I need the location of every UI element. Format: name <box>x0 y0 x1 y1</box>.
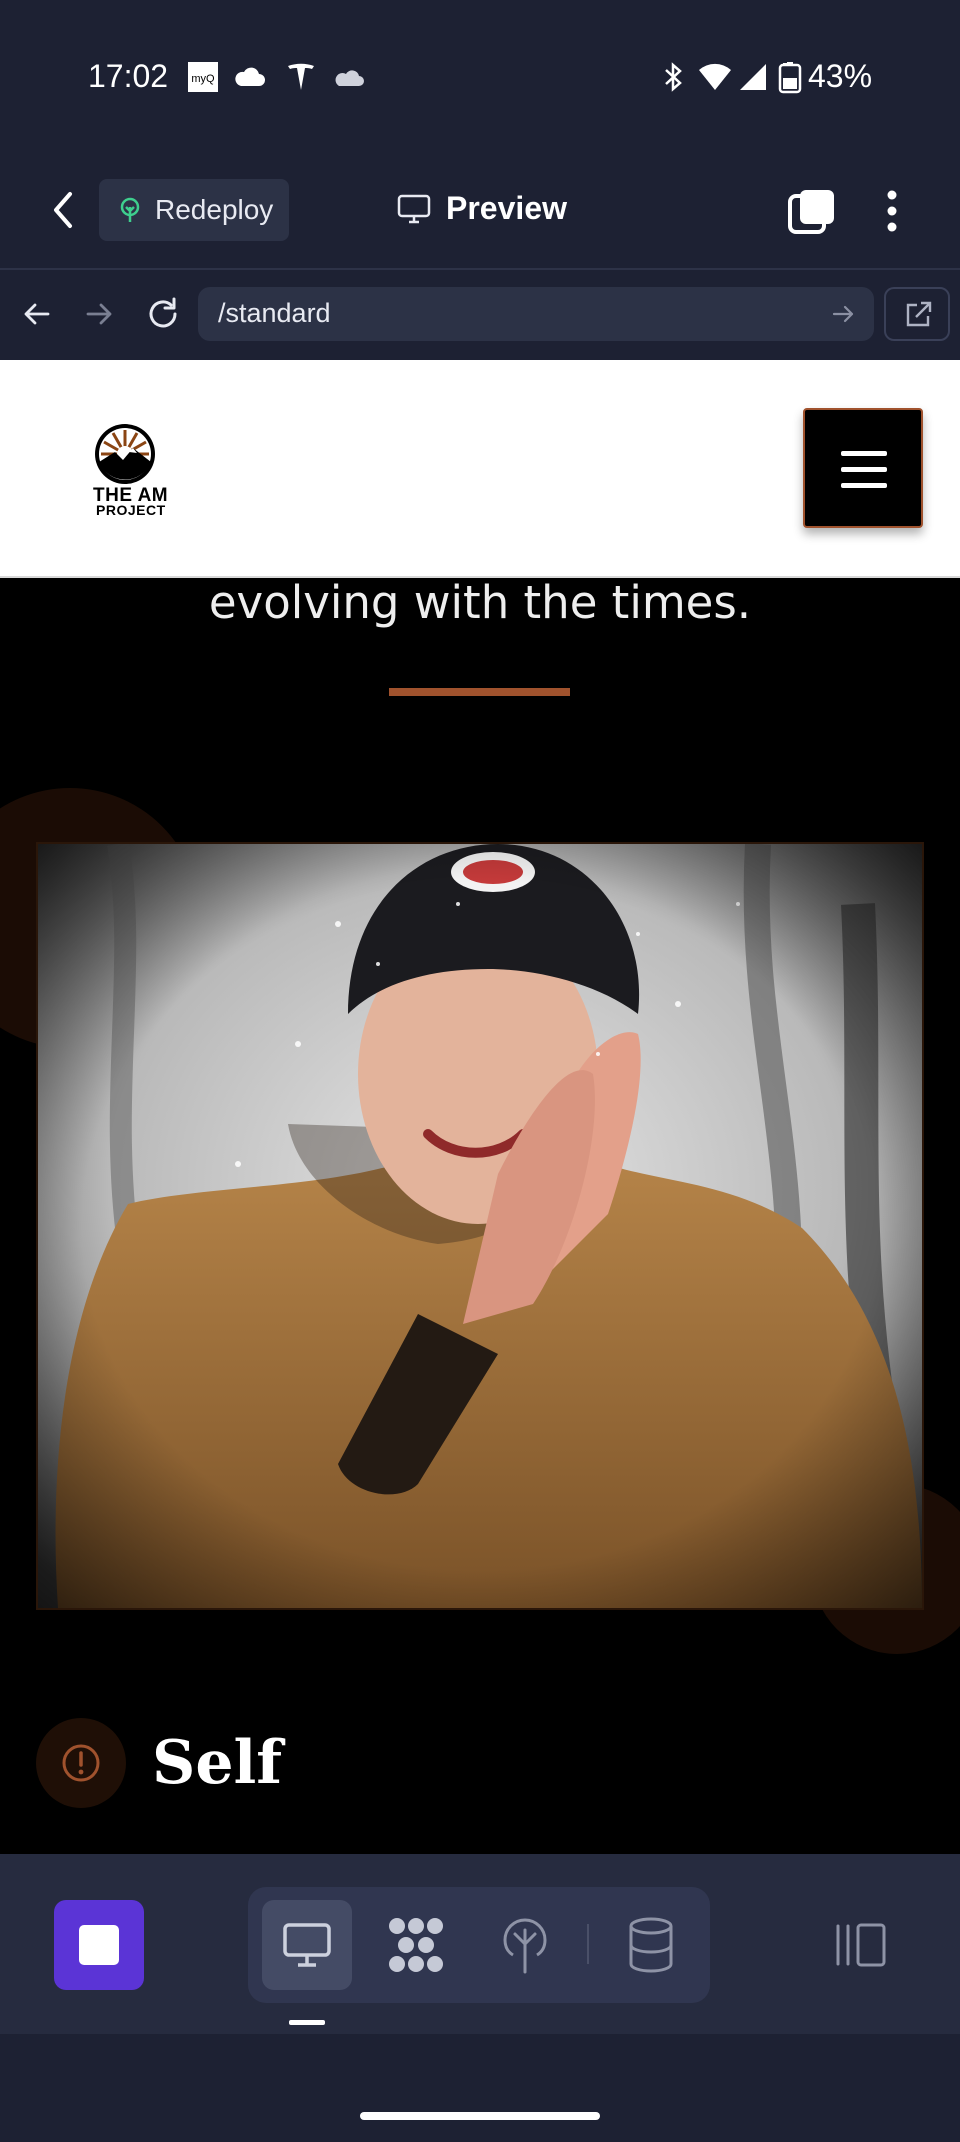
nav-back-icon[interactable] <box>20 297 54 336</box>
tesla-icon <box>284 60 318 94</box>
monitor-icon <box>397 192 431 231</box>
nav-forward-icon[interactable] <box>82 297 116 336</box>
hamburger-menu-button[interactable] <box>803 408 923 528</box>
open-external-icon <box>903 300 933 335</box>
canvas-grid-icon[interactable] <box>387 1916 445 1979</box>
home-gesture-bar[interactable] <box>360 2112 600 2120</box>
status-time: 17:02 <box>88 58 169 94</box>
preview-monitor-icon <box>282 1920 332 1975</box>
battery-percentage: 43% <box>808 58 873 94</box>
battery-icon <box>773 60 807 94</box>
menu-line <box>841 467 887 472</box>
cellular-signal-icon <box>736 60 770 94</box>
more-options-icon[interactable] <box>884 188 900 239</box>
site-logo-icon[interactable] <box>93 422 157 491</box>
hero-tagline: evolving with the times. <box>208 576 752 629</box>
stop-button[interactable] <box>54 1900 144 1990</box>
preview-title: Preview <box>446 190 567 226</box>
bluetooth-icon <box>656 60 690 94</box>
deploy-tree-icon[interactable] <box>499 1916 551 1979</box>
svg-text:myQ: myQ <box>191 73 215 85</box>
go-arrow-icon[interactable] <box>830 300 858 333</box>
menu-line <box>841 451 887 456</box>
menu-line <box>841 483 887 488</box>
wifi-icon <box>697 60 731 94</box>
alert-circle-icon <box>61 1743 101 1788</box>
tabs-switcher-icon[interactable] <box>788 188 836 241</box>
active-tab-indicator <box>289 2020 325 2025</box>
reload-icon[interactable] <box>144 295 182 338</box>
system-navigation-area <box>0 2034 960 2142</box>
deploy-tree-icon <box>116 196 144 229</box>
accent-divider <box>389 688 570 696</box>
logo-text-line2: PROJECT <box>96 502 166 518</box>
back-chevron-icon[interactable] <box>44 188 84 232</box>
hero-photo-child-in-snow <box>36 842 924 1610</box>
section-title-self: Self <box>152 1728 283 1798</box>
weather-cloud-icon <box>333 60 367 94</box>
tab-separator <box>587 1924 589 1964</box>
redeploy-label: Redeploy <box>155 194 274 225</box>
myq-icon: myQ <box>186 60 220 94</box>
open-external-button[interactable] <box>884 287 950 341</box>
cloud-icon <box>233 60 267 94</box>
url-text: /standard <box>218 298 331 328</box>
database-icon[interactable] <box>626 1916 676 1979</box>
self-section-badge <box>36 1718 126 1808</box>
stop-square-icon <box>79 1925 119 1965</box>
side-panel-icon[interactable] <box>834 1920 888 1975</box>
